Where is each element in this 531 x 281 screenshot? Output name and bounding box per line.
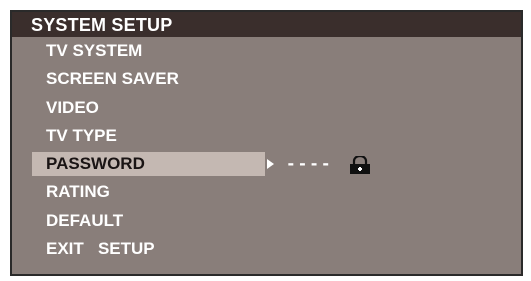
system-setup-panel: SYSTEM SETUP TV SYSTEM SCREEN SAVER VIDE… (10, 10, 523, 276)
menu-item-default[interactable]: DEFAULT (12, 207, 521, 235)
title-bar: SYSTEM SETUP (12, 12, 521, 37)
password-value: ---- (286, 154, 333, 174)
menu-item-label: PASSWORD (46, 154, 145, 174)
menu-item-label: EXIT SETUP (46, 239, 155, 259)
menu-item-exit-setup[interactable]: EXIT SETUP (12, 235, 521, 263)
menu-item-label: VIDEO (46, 97, 99, 117)
right-arrow-icon (267, 159, 274, 170)
menu-item-rating[interactable]: RATING (12, 178, 521, 206)
menu-item-tv-system[interactable]: TV SYSTEM (12, 37, 521, 65)
menu-item-video[interactable]: VIDEO (12, 94, 521, 122)
menu-item-label: DEFAULT (46, 210, 124, 230)
menu-item-screen-saver[interactable]: SCREEN SAVER (12, 65, 521, 93)
menu-item-label: TV SYSTEM (46, 41, 143, 60)
menu-item-label: SCREEN SAVER (46, 69, 179, 89)
lock-icon (349, 155, 371, 175)
page-title: SYSTEM SETUP (31, 15, 173, 35)
password-field[interactable]: ---- (267, 150, 371, 178)
setup-menu: TV SYSTEM SCREEN SAVER VIDEO TV TYPE PAS… (12, 37, 521, 263)
menu-item-password[interactable]: PASSWORD ---- (12, 150, 521, 178)
menu-item-label: TV TYPE (46, 125, 117, 145)
menu-item-tv-type[interactable]: TV TYPE (12, 122, 521, 150)
menu-item-label: RATING (46, 182, 110, 202)
